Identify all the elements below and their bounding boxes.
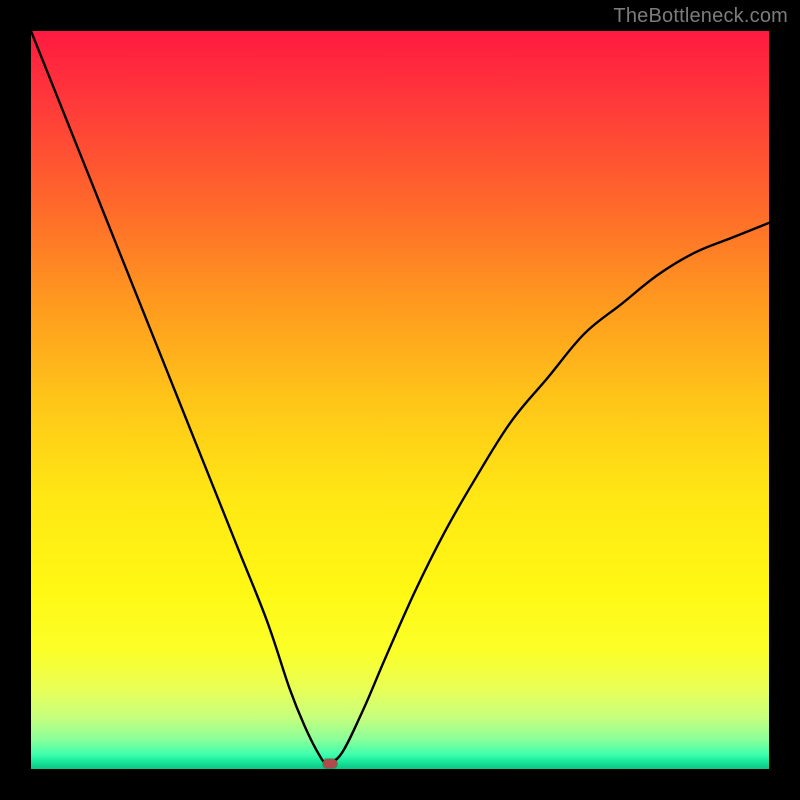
chart-frame: TheBottleneck.com — [0, 0, 800, 800]
watermark-text: TheBottleneck.com — [613, 5, 788, 28]
optimal-point-marker — [323, 759, 336, 768]
plot-area — [31, 31, 769, 769]
bottleneck-curve — [31, 31, 769, 769]
